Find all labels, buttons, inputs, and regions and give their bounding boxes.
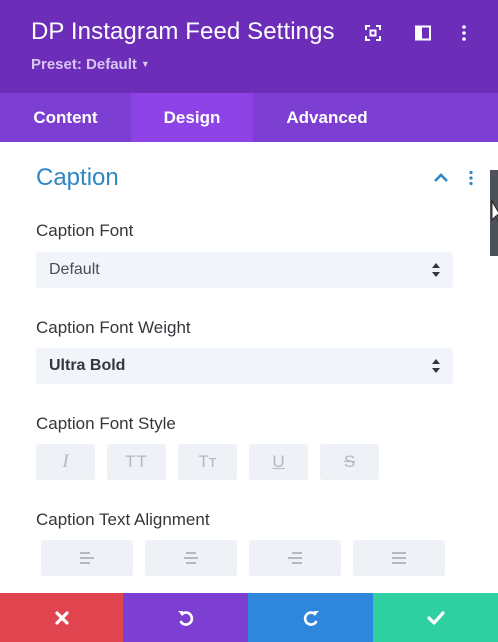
underline-button[interactable]: U bbox=[249, 444, 308, 480]
capitalize-button[interactable]: Tт bbox=[178, 444, 237, 480]
chevron-up-icon[interactable] bbox=[433, 170, 449, 186]
more-vertical-icon[interactable] bbox=[453, 22, 475, 44]
uppercase-button[interactable]: TT bbox=[107, 444, 166, 480]
preset-label: Preset: Default bbox=[31, 56, 137, 73]
select-arrows-icon bbox=[432, 263, 440, 277]
redo-button[interactable] bbox=[248, 593, 373, 642]
italic-icon: I bbox=[62, 451, 69, 472]
align-justify-button[interactable] bbox=[353, 540, 445, 576]
caption-font-weight-select[interactable]: Ultra Bold bbox=[36, 348, 453, 384]
sidebar-layout-icon[interactable] bbox=[412, 22, 434, 44]
uppercase-icon: TT bbox=[125, 452, 148, 471]
caption-font-weight-label: Caption Font Weight bbox=[36, 318, 191, 337]
align-left-icon bbox=[80, 552, 94, 564]
settings-header: DP Instagram Feed Settings Preset: Defau… bbox=[0, 0, 498, 93]
caption-font-style-label: Caption Font Style bbox=[36, 414, 176, 433]
select-arrows-icon bbox=[432, 359, 440, 373]
redo-icon bbox=[303, 610, 319, 626]
fullscreen-icon[interactable] bbox=[362, 22, 384, 44]
capitalize-icon: Tт bbox=[198, 452, 217, 471]
tab-content[interactable]: Content bbox=[0, 93, 131, 142]
strikethrough-button[interactable]: S bbox=[320, 444, 379, 480]
caption-font-label: Caption Font bbox=[36, 221, 134, 240]
align-right-icon bbox=[288, 552, 302, 564]
caption-text-alignment-label: Caption Text Alignment bbox=[36, 510, 210, 529]
cursor-arrow-icon bbox=[491, 200, 498, 222]
tab-bar: Content Design Advanced bbox=[0, 93, 498, 142]
font-style-buttons: I TT Tт U S bbox=[36, 444, 391, 480]
align-center-button[interactable] bbox=[145, 540, 237, 576]
close-icon bbox=[54, 610, 69, 625]
discard-button[interactable] bbox=[0, 593, 123, 642]
preset-selector[interactable]: Preset: Default ▼ bbox=[31, 56, 150, 73]
caption-font-weight-value: Ultra Bold bbox=[49, 357, 126, 374]
caption-font-value: Default bbox=[49, 261, 100, 278]
settings-content: Caption Caption Font Default Caption Fon… bbox=[0, 142, 498, 593]
text-alignment-buttons bbox=[41, 540, 457, 576]
tab-advanced[interactable]: Advanced bbox=[253, 93, 401, 142]
caret-down-icon: ▼ bbox=[140, 59, 150, 69]
caption-font-select[interactable]: Default bbox=[36, 252, 453, 288]
align-left-button[interactable] bbox=[41, 540, 133, 576]
section-title[interactable]: Caption bbox=[36, 164, 119, 192]
underline-icon: U bbox=[272, 452, 285, 471]
strikethrough-icon: S bbox=[343, 452, 356, 471]
tab-design[interactable]: Design bbox=[131, 93, 253, 142]
align-right-button[interactable] bbox=[249, 540, 341, 576]
section-menu-icon[interactable] bbox=[463, 170, 479, 186]
align-justify-icon bbox=[392, 552, 406, 564]
modal-title: DP Instagram Feed Settings bbox=[31, 18, 335, 45]
check-icon bbox=[426, 610, 445, 625]
undo-icon bbox=[177, 610, 193, 626]
action-footer bbox=[0, 593, 498, 642]
italic-button[interactable]: I bbox=[36, 444, 95, 480]
align-center-icon bbox=[184, 552, 198, 564]
save-button[interactable] bbox=[373, 593, 498, 642]
undo-button[interactable] bbox=[123, 593, 248, 642]
